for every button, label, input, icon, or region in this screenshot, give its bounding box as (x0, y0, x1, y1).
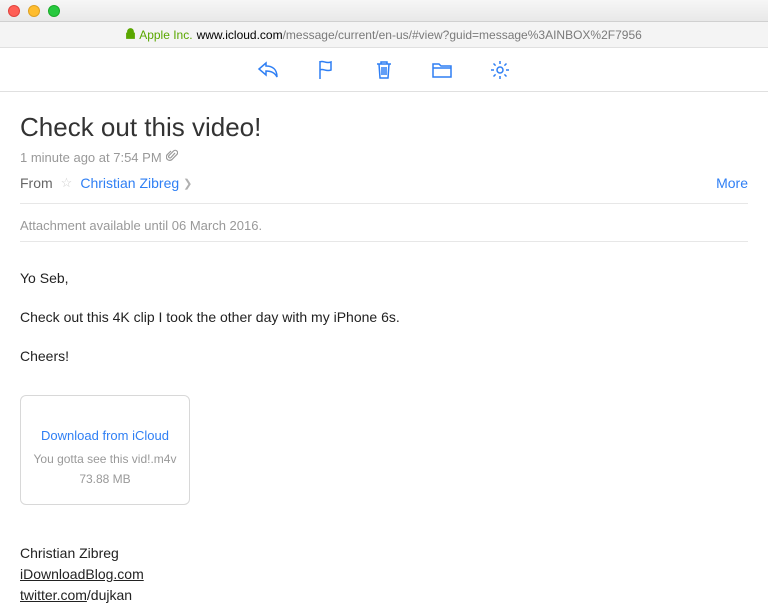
body-greeting: Yo Seb, (20, 268, 748, 289)
more-button[interactable]: More (716, 175, 748, 191)
folder-button[interactable] (430, 58, 454, 82)
attachment-filesize: 73.88 MB (31, 470, 179, 488)
mail-toolbar (0, 48, 768, 92)
trash-button[interactable] (372, 58, 396, 82)
message-timestamp: 1 minute ago at 7:54 PM (20, 150, 162, 165)
vip-star-icon[interactable]: ☆ (61, 175, 73, 191)
attachment-card[interactable]: Download from iCloud You gotta see this … (20, 395, 190, 505)
lock-icon (126, 28, 135, 42)
attachment-filename: You gotta see this vid!.m4v (31, 450, 179, 468)
signature-link-1[interactable]: iDownloadBlog.com (20, 566, 144, 582)
url-path: /message/current/en-us/#view?guid=messag… (283, 28, 642, 42)
from-label: From (20, 175, 53, 191)
zoom-window-button[interactable] (48, 5, 60, 17)
paperclip-icon (166, 149, 178, 165)
message-content: Check out this video! 1 minute ago at 7:… (0, 92, 768, 606)
address-bar[interactable]: Apple Inc. www.icloud.com /message/curre… (0, 22, 768, 48)
window-titlebar (0, 0, 768, 22)
message-meta: 1 minute ago at 7:54 PM (20, 149, 748, 165)
url-company: Apple Inc. (139, 28, 192, 42)
from-row: From ☆ Christian Zibreg ❯ More (20, 175, 748, 204)
signature-link-2[interactable]: twitter.com (20, 587, 87, 603)
chevron-right-icon: ❯ (183, 177, 192, 190)
signature-name: Christian Zibreg (20, 543, 748, 564)
sender-name[interactable]: Christian Zibreg ❯ (80, 175, 192, 191)
reply-button[interactable] (256, 58, 280, 82)
minimize-window-button[interactable] (28, 5, 40, 17)
body-line1: Check out this 4K clip I took the other … (20, 307, 748, 328)
settings-button[interactable] (488, 58, 512, 82)
traffic-lights (8, 5, 60, 17)
download-link[interactable]: Download from iCloud (31, 426, 179, 446)
message-subject: Check out this video! (20, 112, 748, 143)
attachment-expiry: Attachment available until 06 March 2016… (20, 204, 748, 242)
close-window-button[interactable] (8, 5, 20, 17)
flag-button[interactable] (314, 58, 338, 82)
signature-block: Christian Zibreg iDownloadBlog.com twitt… (20, 543, 748, 606)
body-signoff: Cheers! (20, 346, 748, 367)
url-domain: www.icloud.com (197, 28, 283, 42)
sender-name-text: Christian Zibreg (80, 175, 179, 191)
signature-handle: /dujkan (87, 587, 132, 603)
message-body: Yo Seb, Check out this 4K clip I took th… (20, 242, 748, 606)
